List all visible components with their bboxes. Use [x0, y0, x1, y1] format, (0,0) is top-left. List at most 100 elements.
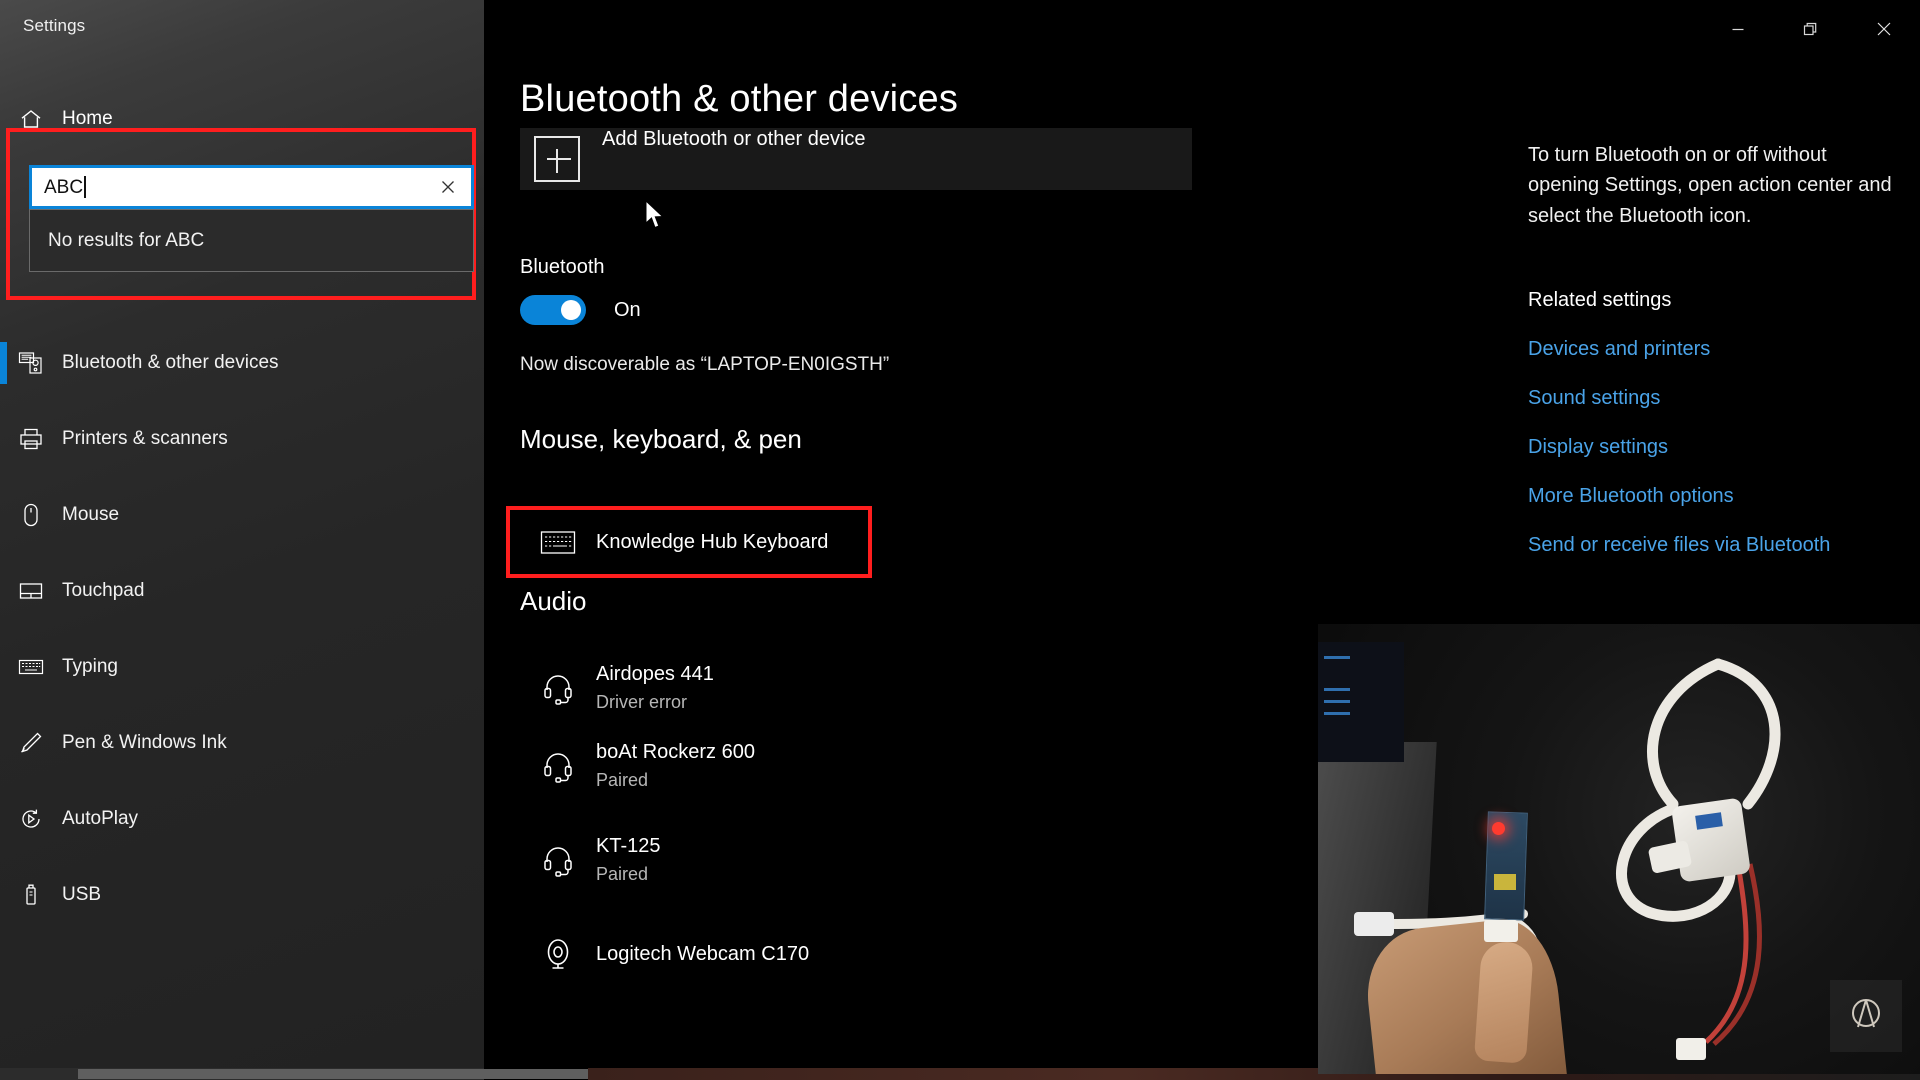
- section-heading-mouse-keyboard-pen: Mouse, keyboard, & pen: [520, 424, 802, 454]
- sidebar-item-label: Mouse: [62, 504, 120, 525]
- sidebar: Settings Home ABC No results for ABC Blu…: [0, 0, 484, 1068]
- device-text: KT-125 Paired: [596, 834, 660, 886]
- mouse-cursor: [645, 199, 667, 237]
- sidebar-item-label: Bluetooth & other devices: [62, 352, 279, 373]
- link-devices-and-printers[interactable]: Devices and printers: [1528, 338, 1898, 361]
- device-status: Driver error: [596, 691, 688, 712]
- sidebar-item-label: Typing: [62, 656, 118, 677]
- selection-accent-bar: [0, 418, 7, 460]
- related-settings-heading: Related settings: [1528, 289, 1672, 312]
- usb-port: [1354, 912, 1394, 936]
- add-device-label: Add Bluetooth or other device: [602, 128, 866, 150]
- video-overlay[interactable]: [1318, 624, 1920, 1074]
- device-name: Logitech Webcam C170: [596, 942, 810, 965]
- sidebar-item-label: Printers & scanners: [62, 428, 228, 449]
- text-caret: [84, 176, 87, 198]
- sidebar-item-label: Touchpad: [62, 580, 145, 601]
- led-indicator: [1492, 822, 1505, 835]
- board-chip: [1494, 874, 1516, 890]
- device-status: Paired: [596, 863, 649, 884]
- usb-icon: [0, 882, 62, 908]
- headset-icon: [520, 671, 596, 705]
- device-row-boat-rockerz-600[interactable]: boAt Rockerz 600 Paired: [520, 732, 755, 800]
- sidebar-item-autoplay[interactable]: AutoPlay: [0, 781, 484, 857]
- close-button[interactable]: [1847, 0, 1920, 58]
- toggle-knob: [561, 300, 581, 320]
- title-bar[interactable]: Settings: [0, 0, 484, 58]
- selection-accent-bar: [0, 874, 7, 916]
- bluetooth-section-label: Bluetooth: [520, 256, 605, 278]
- sidebar-item-usb[interactable]: USB: [0, 857, 484, 933]
- close-icon[interactable]: [435, 174, 461, 200]
- printer-icon: [0, 426, 62, 452]
- webcam-icon: [520, 937, 596, 971]
- selection-accent-bar: [0, 494, 7, 536]
- add-bluetooth-device-button[interactable]: Add Bluetooth or other device: [520, 128, 1192, 190]
- selection-accent-bar: [0, 646, 7, 688]
- keyboard-highlight-box: [506, 506, 872, 578]
- mouse-icon: [0, 502, 62, 528]
- link-display-settings[interactable]: Display settings: [1528, 436, 1898, 459]
- minimize-button[interactable]: [1701, 0, 1774, 58]
- sidebar-item-touchpad[interactable]: Touchpad: [0, 553, 484, 629]
- window-controls: [1701, 0, 1920, 58]
- selection-accent-bar: [0, 798, 7, 840]
- search-results-dropdown[interactable]: No results for ABC: [29, 209, 474, 272]
- headset-icon: [520, 843, 596, 877]
- device-name: boAt Rockerz 600: [596, 740, 755, 763]
- bluetooth-toggle-row: On: [520, 295, 641, 325]
- touchpad-icon: [0, 578, 62, 604]
- link-send-or-receive-files-via-bluetooth[interactable]: Send or receive files via Bluetooth: [1528, 534, 1898, 557]
- bluetooth-help-note: To turn Bluetooth on or off without open…: [1528, 144, 1892, 227]
- search-input-value: ABC: [44, 176, 84, 198]
- sidebar-item-home-label: Home: [62, 108, 113, 129]
- sidebar-item-label: Pen & Windows Ink: [62, 732, 227, 753]
- search-area: ABC: [29, 165, 474, 209]
- sidebar-item-mouse[interactable]: Mouse: [0, 477, 484, 553]
- keyboard-icon: [0, 653, 62, 681]
- device-row-logitech-webcam-c170[interactable]: Logitech Webcam C170: [520, 920, 809, 988]
- bluetooth-toggle-state: On: [614, 298, 641, 321]
- settings-window: Settings Home ABC No results for ABC Blu…: [0, 0, 1920, 1080]
- autoplay-icon: [0, 806, 62, 832]
- sidebar-nav: Bluetooth & other devices Printers & sca…: [0, 325, 484, 933]
- device-status: Paired: [596, 769, 649, 790]
- section-heading-audio: Audio: [520, 586, 587, 616]
- search-input[interactable]: ABC: [29, 165, 474, 209]
- selection-accent-bar: [0, 342, 7, 384]
- selection-accent-bar: [0, 722, 7, 764]
- device-row-airdopes-441[interactable]: Airdopes 441 Driver error: [520, 654, 714, 722]
- sidebar-item-typing[interactable]: Typing: [0, 629, 484, 705]
- discoverable-text: Now discoverable as “LAPTOP-EN0IGSTH”: [520, 354, 890, 375]
- horizontal-scrollbar-track[interactable]: [0, 1068, 588, 1080]
- watermark-logo: [1830, 980, 1902, 1052]
- device-text: Logitech Webcam C170: [596, 942, 809, 967]
- jst-connector: [1676, 1038, 1706, 1060]
- link-more-bluetooth-options[interactable]: More Bluetooth options: [1528, 485, 1898, 508]
- plus-icon: [534, 136, 580, 182]
- restore-button[interactable]: [1774, 0, 1847, 58]
- sidebar-item-pen-windows-ink[interactable]: Pen & Windows Ink: [0, 705, 484, 781]
- sidebar-item-bluetooth-other-devices[interactable]: Bluetooth & other devices: [0, 325, 484, 401]
- device-row-kt-125[interactable]: KT-125 Paired: [520, 826, 660, 894]
- app-title: Settings: [23, 16, 86, 35]
- sidebar-item-label: USB: [62, 884, 102, 905]
- microcontroller-board: [1484, 811, 1528, 921]
- headset-icon: [520, 749, 596, 783]
- device-text: boAt Rockerz 600 Paired: [596, 740, 755, 792]
- cable-plug: [1484, 920, 1518, 942]
- bluetooth-toggle[interactable]: [520, 295, 586, 325]
- device-name: Airdopes 441: [596, 662, 714, 685]
- sidebar-item-printers-scanners[interactable]: Printers & scanners: [0, 401, 484, 477]
- search-no-results-label: No results for ABC: [48, 229, 205, 251]
- device-name: KT-125: [596, 834, 661, 857]
- page-title: Bluetooth & other devices: [520, 78, 959, 120]
- hand: [1361, 914, 1569, 1074]
- sidebar-item-label: AutoPlay: [62, 808, 139, 829]
- link-sound-settings[interactable]: Sound settings: [1528, 387, 1898, 410]
- horizontal-scrollbar-thumb[interactable]: [78, 1069, 588, 1079]
- pen-icon: [0, 730, 62, 756]
- device-text: Airdopes 441 Driver error: [596, 662, 714, 714]
- bluetooth-devices-icon: [0, 349, 62, 377]
- selection-accent-bar: [0, 570, 7, 612]
